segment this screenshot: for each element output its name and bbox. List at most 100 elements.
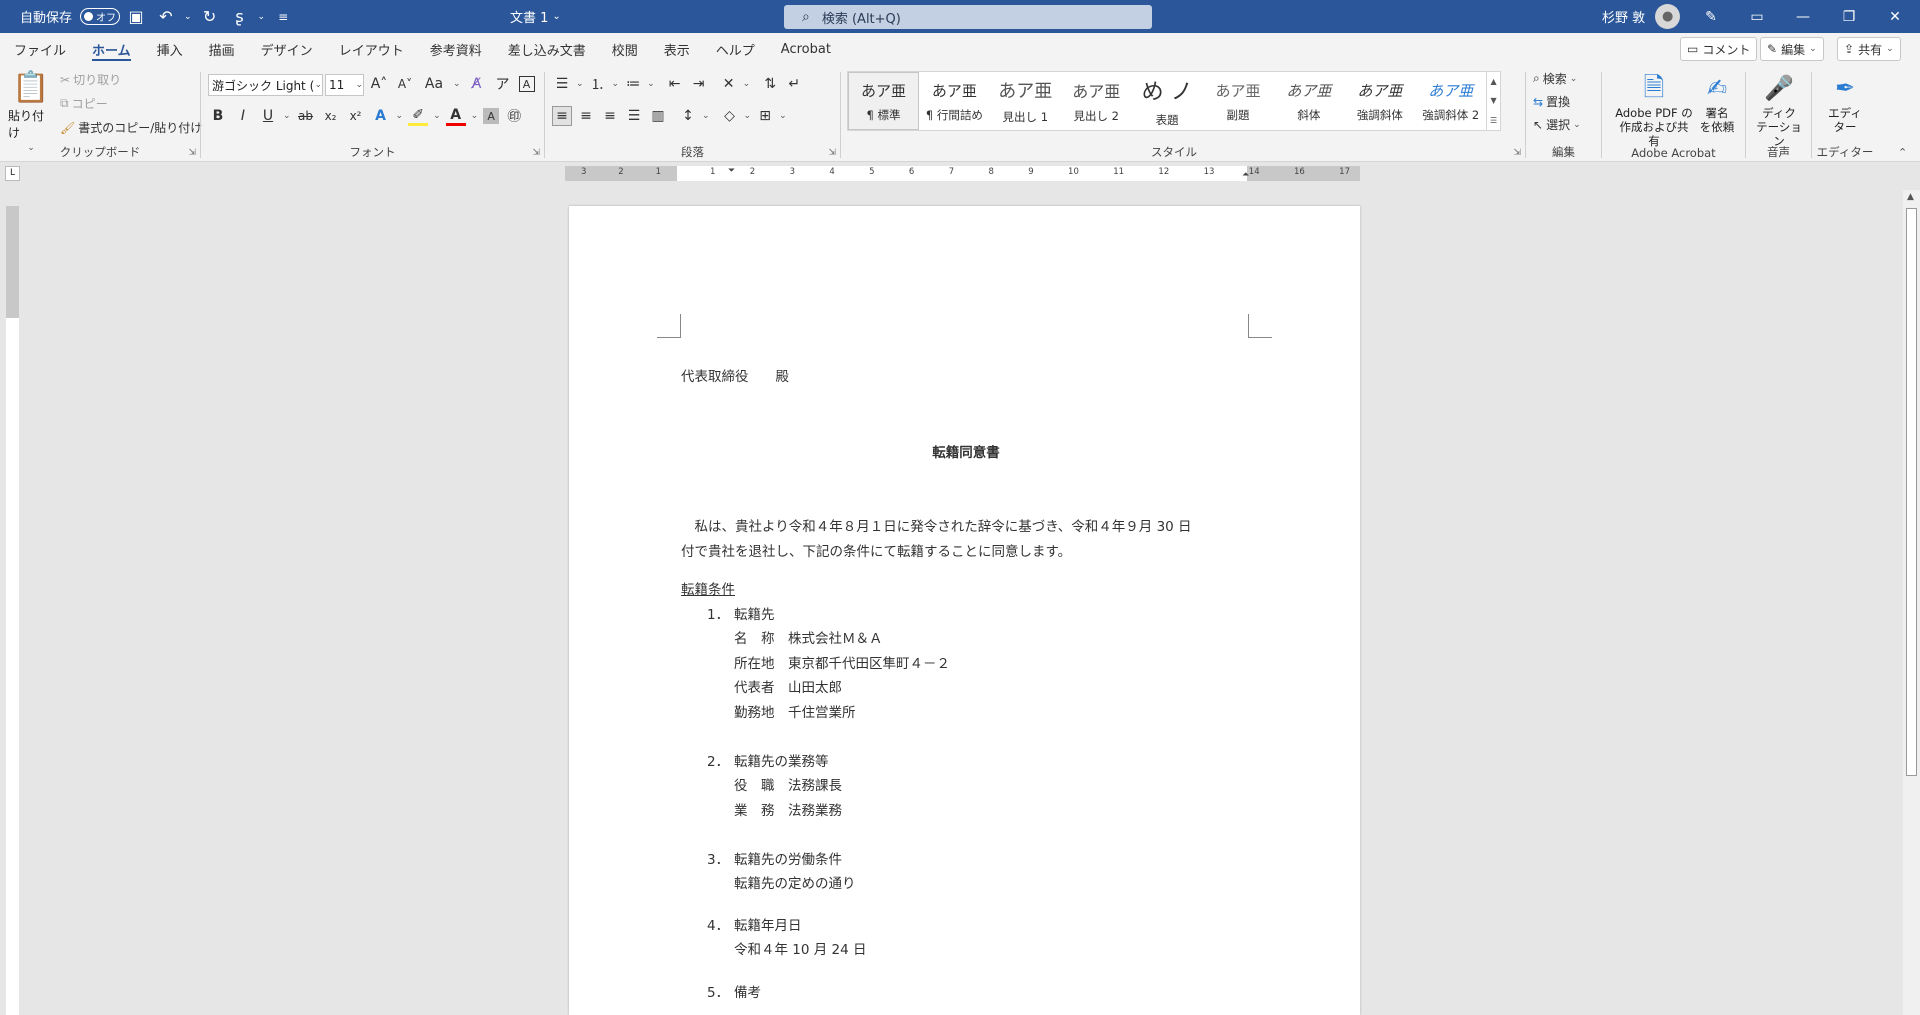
style-name: ¶ 行間詰め	[925, 107, 983, 122]
autosave-toggle[interactable]: オフ	[80, 8, 121, 25]
style-intense-emphasis-2[interactable]: あア亜 強調斜体 2	[1415, 72, 1486, 130]
ribbon-tabs: ファイル ホーム 挿入 描画 デザイン レイアウト 参考資料 差し込み文書 校閲…	[0, 33, 1920, 66]
tab-mailings[interactable]: 差し込み文書	[495, 33, 599, 66]
ruler-number: 6	[908, 167, 915, 177]
ribbon: 📋 貼り付け ⌄ ✂ 切り取り ⧉ コピー 🖌 書式のコピー/貼り付け クリップボード…	[0, 66, 1920, 162]
list-item-label: 転籍先の労働条件	[734, 852, 842, 868]
save-icon[interactable]: ▣	[124, 5, 148, 29]
list-item-label: 転籍先	[734, 607, 775, 623]
dictate-button[interactable]: 🎤 ディク テーション	[1752, 70, 1806, 148]
customize-quick-access-icon[interactable]: ≡	[271, 5, 295, 29]
avatar[interactable]: ●	[1655, 4, 1681, 29]
tab-insert[interactable]: 挿入	[144, 33, 196, 66]
body-line-2: 付で貴社を退社し、下記の条件にて転籍することに同意します。	[681, 544, 1072, 560]
first-line-indent-marker-icon[interactable]: ⏷	[728, 166, 735, 176]
style-normal[interactable]: あア亜 ¶ 標準	[848, 72, 919, 130]
create-pdf-button[interactable]: 🗎 Adobe PDF の 作成および共有	[1614, 70, 1694, 148]
tab-layout[interactable]: レイアウト	[326, 33, 417, 66]
style-preview: あア亜	[998, 81, 1053, 102]
share-button[interactable]: ⇪ 共有 ⌄	[1837, 37, 1901, 61]
right-indent-marker-icon[interactable]: ⏶	[1242, 170, 1249, 180]
tab-selector[interactable]: L	[5, 166, 20, 181]
ruler-number: 16	[1293, 167, 1305, 177]
tab-draw[interactable]: 描画	[196, 33, 248, 66]
style-title[interactable]: め ノ表題	[1132, 72, 1203, 130]
voice-group-label: 音声	[1767, 145, 1790, 159]
ruler-top-margin	[6, 206, 19, 318]
list-number: 5．	[707, 985, 730, 1001]
tab-review[interactable]: 校閲	[599, 33, 651, 66]
quick-dropdown-icon[interactable]: ⌄	[258, 12, 266, 22]
share-icon: ⇪	[1844, 42, 1855, 56]
select-button[interactable]: ↖ 選択 ⌄	[1533, 116, 1581, 133]
vertical-ruler[interactable]	[6, 206, 19, 1015]
tab-acrobat[interactable]: Acrobat	[768, 33, 844, 66]
ruler-number: 3	[789, 167, 795, 177]
search-placeholder: 検索 (Alt+Q)	[821, 11, 901, 27]
chevron-down-icon[interactable]: ▼	[1491, 96, 1497, 105]
styles-group-label: スタイル	[1151, 145, 1197, 159]
style-name: 表題	[1155, 113, 1179, 127]
dictate-label-1: ディク	[1762, 106, 1796, 120]
find-button[interactable]: ⌕ 検索 ⌄	[1533, 70, 1577, 87]
undo-dropdown-icon[interactable]: ⌄	[184, 12, 192, 22]
styles-gallery: あア亜 ¶ 標準 あア亜 ¶ 行間詰め あア亜 見出し 1 あア亜 見出し 2 め ノ表…	[847, 71, 1501, 131]
editor-group-label: エディター	[1816, 145, 1874, 159]
search-box[interactable]: ⌕ 検索 (Alt+Q)	[784, 5, 1152, 29]
ruler-number: 12	[1158, 167, 1170, 177]
scrollbar-thumb[interactable]	[1906, 208, 1917, 776]
close-button[interactable]: ✕	[1872, 0, 1918, 33]
restore-button[interactable]: ❐	[1826, 0, 1872, 33]
style-no-spacing[interactable]: あア亜 ¶ 行間詰め	[919, 72, 990, 130]
style-name: 強調斜体 2	[1422, 107, 1480, 122]
styles-scroll: ▲ ▼ ☰	[1486, 72, 1500, 130]
replace-button[interactable]: ⇆ 置換	[1533, 93, 1570, 110]
more-styles-icon[interactable]: ☰	[1490, 116, 1497, 125]
chevron-up-icon[interactable]: ▲	[1491, 77, 1497, 86]
tab-home[interactable]: ホーム	[79, 33, 144, 66]
style-heading-2[interactable]: あア亜 見出し 2	[1061, 72, 1132, 130]
style-name: 副題	[1226, 107, 1250, 122]
styles-group: あア亜 ¶ 標準 あア亜 ¶ 行間詰め あア亜 見出し 1 あア亜 見出し 2 め ノ表…	[0, 66, 1525, 162]
scroll-up-icon[interactable]: ▲	[1907, 192, 1914, 202]
editor-button[interactable]: ✒ エディ ター	[1818, 70, 1872, 134]
horizontal-ruler[interactable]: 321 1 2 3 4 5 6 7 8 9 10 11 12 13 14 16 17 ⏷ ⏶	[565, 166, 1360, 181]
document-title[interactable]: 文書 1 ⌄	[510, 0, 561, 33]
tab-view[interactable]: 表示	[651, 33, 703, 66]
tab-help[interactable]: ヘルプ	[703, 33, 768, 66]
style-name: 斜体	[1297, 107, 1321, 122]
select-label: 選択	[1546, 118, 1571, 132]
redo-icon[interactable]: ↻	[198, 5, 222, 29]
acrobat-group-label: Adobe Acrobat	[1631, 146, 1716, 160]
ruler-number: 14	[1248, 167, 1260, 177]
format-painter-quick-icon[interactable]: ʂ	[228, 5, 252, 29]
ruler-left-numbers: 3 2 1	[565, 167, 677, 177]
tab-file[interactable]: ファイル	[1, 33, 79, 66]
style-emphasis[interactable]: あア亜 斜体	[1273, 72, 1344, 130]
pdf-icon: 🗎	[1643, 73, 1665, 103]
undo-icon[interactable]: ↶	[154, 5, 178, 29]
designer-pen-icon[interactable]: ✎	[1688, 0, 1734, 33]
tab-design[interactable]: デザイン	[248, 33, 326, 66]
style-heading-1[interactable]: あア亜見出し 1	[990, 72, 1061, 130]
style-name: 見出し 1	[1002, 110, 1049, 124]
pencil-icon: ✎	[1767, 42, 1778, 56]
chevron-down-icon: ⌄	[552, 11, 561, 22]
edit-mode-button[interactable]: ✎ 編集 ⌄	[1760, 37, 1824, 61]
request-signature-button[interactable]: ✍ 署名 を依頼	[1697, 70, 1737, 134]
dialog-launcher-icon[interactable]: ⇲	[1513, 148, 1521, 158]
create-pdf-label-1: Adobe PDF の	[1615, 106, 1693, 120]
tab-references[interactable]: 参考資料	[417, 33, 495, 66]
document-page[interactable]: 代表取締役 殿 転籍同意書 私は、貴社より令和４年８月１日に発令された辞令に基づ…	[569, 206, 1360, 1015]
tab-selector-label: L	[9, 168, 15, 178]
comment-button[interactable]: ▭ コメント	[1680, 37, 1758, 61]
ribbon-display-icon[interactable]: ▭	[1734, 0, 1780, 33]
minimize-button[interactable]: —	[1780, 0, 1826, 33]
style-intense-emphasis[interactable]: あア亜 強調斜体	[1344, 72, 1415, 130]
replace-icon: ⇆	[1533, 94, 1544, 109]
style-subtitle[interactable]: あア亜 副題	[1203, 72, 1274, 130]
collapse-ribbon-icon[interactable]: ⌃	[1898, 146, 1907, 159]
vertical-scrollbar[interactable]: ▲	[1903, 190, 1920, 1015]
user-name[interactable]: 杉野 敦	[1602, 7, 1645, 26]
ruler-number: 2	[618, 167, 624, 177]
